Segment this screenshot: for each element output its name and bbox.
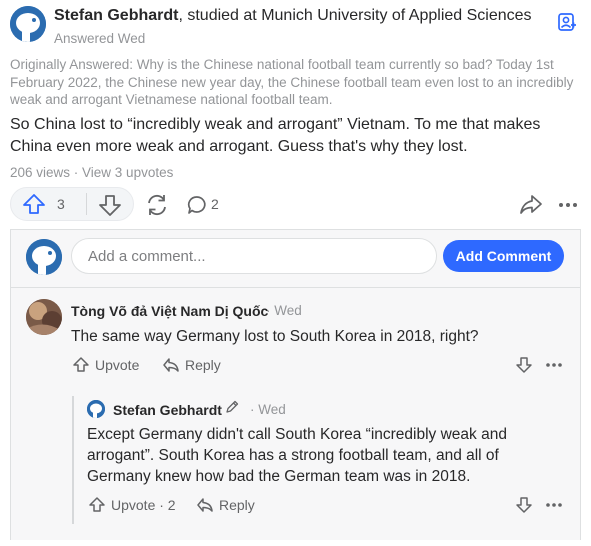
arrow-down-icon xyxy=(516,497,532,513)
reply-author-avatar[interactable] xyxy=(87,400,105,418)
reply-reply-button[interactable]: Reply xyxy=(196,495,255,515)
more-options-button[interactable] xyxy=(555,191,581,219)
rotate-icon xyxy=(148,194,166,216)
reply-arrow-icon xyxy=(197,498,213,512)
reply-text: Except Germany didn't call South Korea “… xyxy=(87,426,507,485)
commenter-avatar[interactable] xyxy=(26,299,62,335)
comment-reply-button[interactable]: Reply xyxy=(162,355,221,375)
comment-upvote-button[interactable]: Upvote xyxy=(72,355,139,375)
comment-more-button[interactable] xyxy=(543,355,565,375)
reply-more-button[interactable] xyxy=(543,495,565,515)
current-user-avatar xyxy=(26,239,62,275)
pen-icon xyxy=(224,399,240,415)
thread-line xyxy=(72,396,74,524)
comment-author[interactable]: Tòng Võ đả Việt Nam Dị Quốc xyxy=(71,303,268,319)
panel-divider xyxy=(10,287,581,288)
share-button[interactable] xyxy=(144,191,170,219)
answered-date: Answered Wed xyxy=(54,31,146,46)
downvote-button[interactable] xyxy=(96,191,124,219)
arrow-down-icon xyxy=(516,357,532,373)
author-line: Stefan Gebhardt, studied at Munich Unive… xyxy=(54,7,532,25)
reply-date: · Wed xyxy=(250,402,286,417)
share-arrow-icon xyxy=(520,195,542,214)
vote-divider xyxy=(86,193,87,215)
comment-upvote-label: Upvote xyxy=(95,357,140,373)
author-name[interactable]: Stefan Gebhardt xyxy=(54,7,178,24)
comments-panel xyxy=(10,229,581,540)
ellipsis-icon xyxy=(546,503,562,507)
reply-author[interactable]: Stefan Gebhardt xyxy=(113,402,222,418)
comment-count: 2 xyxy=(211,196,219,212)
arrow-up-icon xyxy=(73,357,89,372)
upvote-count: 3 xyxy=(57,196,65,212)
reply-reply-label: Reply xyxy=(219,497,255,513)
answer-body: So China lost to “incredibly weak and ar… xyxy=(10,116,541,155)
comment-downvote-button[interactable] xyxy=(514,355,534,375)
comment-reply-label: Reply xyxy=(185,357,221,373)
arrow-up-icon xyxy=(23,194,45,214)
original-question[interactable]: Originally Answered: Why is the Chinese … xyxy=(10,56,585,109)
arrow-down-icon xyxy=(99,195,121,216)
ellipsis-icon xyxy=(546,363,562,367)
comment-button[interactable] xyxy=(186,191,226,219)
speech-bubble-icon xyxy=(187,196,206,214)
comment-date: · Wed xyxy=(266,303,302,318)
reply-upvote-button[interactable]: Upvote · 2 xyxy=(88,495,176,515)
reply-arrow-icon xyxy=(163,358,179,372)
author-credential: , studied at Munich University of Applie… xyxy=(178,7,532,24)
author-avatar[interactable] xyxy=(10,6,46,42)
add-comment-button[interactable]: Add Comment xyxy=(443,240,564,272)
upvote-button[interactable] xyxy=(10,187,86,221)
arrow-up-icon xyxy=(89,497,105,512)
reply-upvote-label: Upvote · 2 xyxy=(111,497,176,513)
reply-downvote-button[interactable] xyxy=(514,495,534,515)
forward-share-button[interactable] xyxy=(518,191,544,219)
comment-input[interactable] xyxy=(71,238,437,274)
comment-text: The same way Germany lost to South Korea… xyxy=(71,328,479,345)
answer-stats[interactable]: 206 views · View 3 upvotes xyxy=(10,165,173,180)
follow-button[interactable] xyxy=(553,9,579,35)
add-user-icon xyxy=(558,13,576,31)
ellipsis-icon xyxy=(559,203,577,207)
